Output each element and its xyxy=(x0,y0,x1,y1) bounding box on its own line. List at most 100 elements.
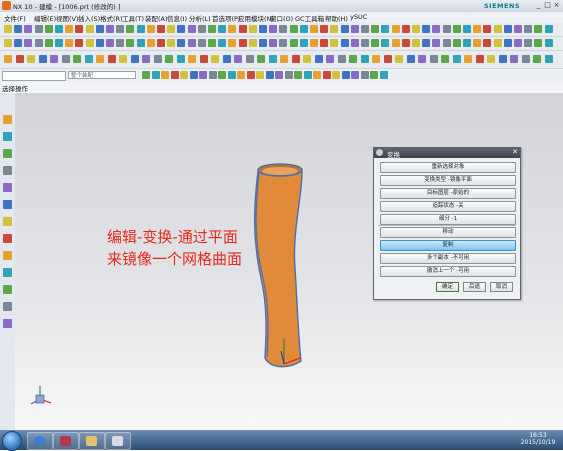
tb3-tool-icon[interactable] xyxy=(268,55,277,63)
nx-app-icon[interactable] xyxy=(2,1,11,10)
tb2-tool-icon[interactable] xyxy=(95,39,104,47)
menu-file[interactable]: 文件(F) xyxy=(4,13,26,23)
tb1-tool-icon[interactable] xyxy=(361,25,369,33)
tb2-tool-icon[interactable] xyxy=(544,39,553,47)
tb3-tool-icon[interactable] xyxy=(73,55,81,63)
menu-preferences[interactable]: 首选项(P) xyxy=(212,13,241,23)
tb1-tool-icon[interactable] xyxy=(126,25,135,33)
resource-bar-tab-icon[interactable] xyxy=(3,285,12,294)
menu-view[interactable]: 视图(V) xyxy=(56,13,79,23)
tb1-tool-icon[interactable] xyxy=(24,25,33,33)
resource-bar-tab-icon[interactable] xyxy=(3,217,12,226)
tb3-tool-icon[interactable] xyxy=(521,55,530,63)
selicons-tool-icon[interactable] xyxy=(379,71,388,79)
selicons-tool-icon[interactable] xyxy=(341,71,350,79)
tb1-tool-icon[interactable] xyxy=(452,25,461,33)
tb2-tool-icon[interactable] xyxy=(452,39,461,47)
tb3-tool-icon[interactable] xyxy=(372,55,380,63)
menu-edit[interactable]: 编辑(E) xyxy=(34,13,56,23)
tb2-tool-icon[interactable] xyxy=(330,39,339,47)
selicons-tool-icon[interactable] xyxy=(370,71,378,79)
tb1-tool-icon[interactable] xyxy=(299,25,308,33)
resource-bar-tab-icon[interactable] xyxy=(3,200,12,209)
tb1-tool-icon[interactable] xyxy=(106,25,114,33)
tb2-tool-icon[interactable] xyxy=(218,39,227,47)
tb2-tool-icon[interactable] xyxy=(269,39,278,47)
tb1-tool-icon[interactable] xyxy=(371,25,380,33)
dialog-close-icon[interactable]: ✕ xyxy=(512,148,518,156)
tb1-tool-icon[interactable] xyxy=(218,25,227,33)
selicons-tool-icon[interactable] xyxy=(237,71,245,79)
tb1-tool-icon[interactable] xyxy=(463,25,471,33)
tb3-tool-icon[interactable] xyxy=(498,55,507,63)
tb3-tool-icon[interactable] xyxy=(395,55,403,63)
tb3-tool-icon[interactable] xyxy=(15,55,24,63)
taskbar-app-media[interactable] xyxy=(53,432,79,450)
subdivide-button[interactable]: 细分 -1 xyxy=(380,214,516,225)
tb1-tool-icon[interactable] xyxy=(524,25,533,33)
close-button[interactable]: × xyxy=(552,1,561,10)
tb3-tool-icon[interactable] xyxy=(544,55,553,63)
tb2-tool-icon[interactable] xyxy=(65,39,74,47)
tb1-tool-icon[interactable] xyxy=(228,25,237,33)
tb1-tool-icon[interactable] xyxy=(514,25,522,33)
selection-scope-dropdown[interactable]: 整个装配 xyxy=(68,71,136,79)
menu-assembly[interactable]: 装配(A) xyxy=(145,13,168,23)
tb2-tool-icon[interactable] xyxy=(187,39,196,47)
tb1-tool-icon[interactable] xyxy=(330,25,339,33)
tb1-tool-icon[interactable] xyxy=(238,25,247,33)
tb2-tool-icon[interactable] xyxy=(259,39,267,47)
resource-bar-tab-icon[interactable] xyxy=(3,302,12,311)
menu-gc-toolbox[interactable]: GC工具箱 xyxy=(295,13,324,23)
tb1-tool-icon[interactable] xyxy=(493,25,502,33)
tb3-tool-icon[interactable] xyxy=(234,55,242,63)
tb3-tool-icon[interactable] xyxy=(487,55,495,63)
tb3-tool-icon[interactable] xyxy=(441,55,449,63)
tb2-tool-icon[interactable] xyxy=(412,39,420,47)
tb1-tool-icon[interactable] xyxy=(259,25,267,33)
tb2-tool-icon[interactable] xyxy=(116,39,125,47)
tb2-tool-icon[interactable] xyxy=(381,39,390,47)
menu-tools[interactable]: 工具(T) xyxy=(122,13,144,23)
tb2-tool-icon[interactable] xyxy=(24,39,33,47)
selicons-tool-icon[interactable] xyxy=(208,71,217,79)
tb3-tool-icon[interactable] xyxy=(222,55,231,63)
minimize-button[interactable]: _ xyxy=(534,1,543,10)
start-button[interactable] xyxy=(2,431,22,451)
system-clock[interactable]: 16:53 2015/10/19 xyxy=(516,432,560,446)
tb1-tool-icon[interactable] xyxy=(95,25,104,33)
tb1-tool-icon[interactable] xyxy=(4,25,12,33)
menu-window[interactable]: 窗口(O) xyxy=(270,13,293,23)
selicons-tool-icon[interactable] xyxy=(180,71,188,79)
tb1-tool-icon[interactable] xyxy=(473,25,482,33)
selicons-tool-icon[interactable] xyxy=(189,71,198,79)
tb3-tool-icon[interactable] xyxy=(96,55,104,63)
tb2-tool-icon[interactable] xyxy=(310,39,318,47)
tb2-tool-icon[interactable] xyxy=(514,39,522,47)
resource-bar-tab-icon[interactable] xyxy=(3,319,12,328)
tb2-tool-icon[interactable] xyxy=(320,39,329,47)
resource-bar-tab-icon[interactable] xyxy=(3,234,12,243)
tb1-tool-icon[interactable] xyxy=(75,25,84,33)
resource-bar-tab-icon[interactable] xyxy=(3,132,12,141)
selicons-tool-icon[interactable] xyxy=(284,71,293,79)
cancel-button[interactable]: 取消 xyxy=(490,282,513,292)
tb3-tool-icon[interactable] xyxy=(142,55,150,63)
tb1-tool-icon[interactable] xyxy=(65,25,74,33)
tb2-tool-icon[interactable] xyxy=(483,39,492,47)
tb1-tool-icon[interactable] xyxy=(116,25,125,33)
tb3-tool-icon[interactable] xyxy=(291,55,300,63)
type-filter-dropdown[interactable] xyxy=(2,71,66,81)
resource-bar-tab-icon[interactable] xyxy=(3,149,12,158)
selicons-tool-icon[interactable] xyxy=(151,71,160,79)
tb1-tool-icon[interactable] xyxy=(248,25,257,33)
tb1-tool-icon[interactable] xyxy=(85,25,94,33)
tb1-tool-icon[interactable] xyxy=(391,25,400,33)
tb2-tool-icon[interactable] xyxy=(14,39,23,47)
tb1-tool-icon[interactable] xyxy=(44,25,53,33)
tb3-tool-icon[interactable] xyxy=(107,55,116,63)
resource-bar-tab-icon[interactable] xyxy=(3,115,12,124)
selicons-tool-icon[interactable] xyxy=(294,71,302,79)
tb2-tool-icon[interactable] xyxy=(361,39,369,47)
tb1-tool-icon[interactable] xyxy=(177,25,186,33)
